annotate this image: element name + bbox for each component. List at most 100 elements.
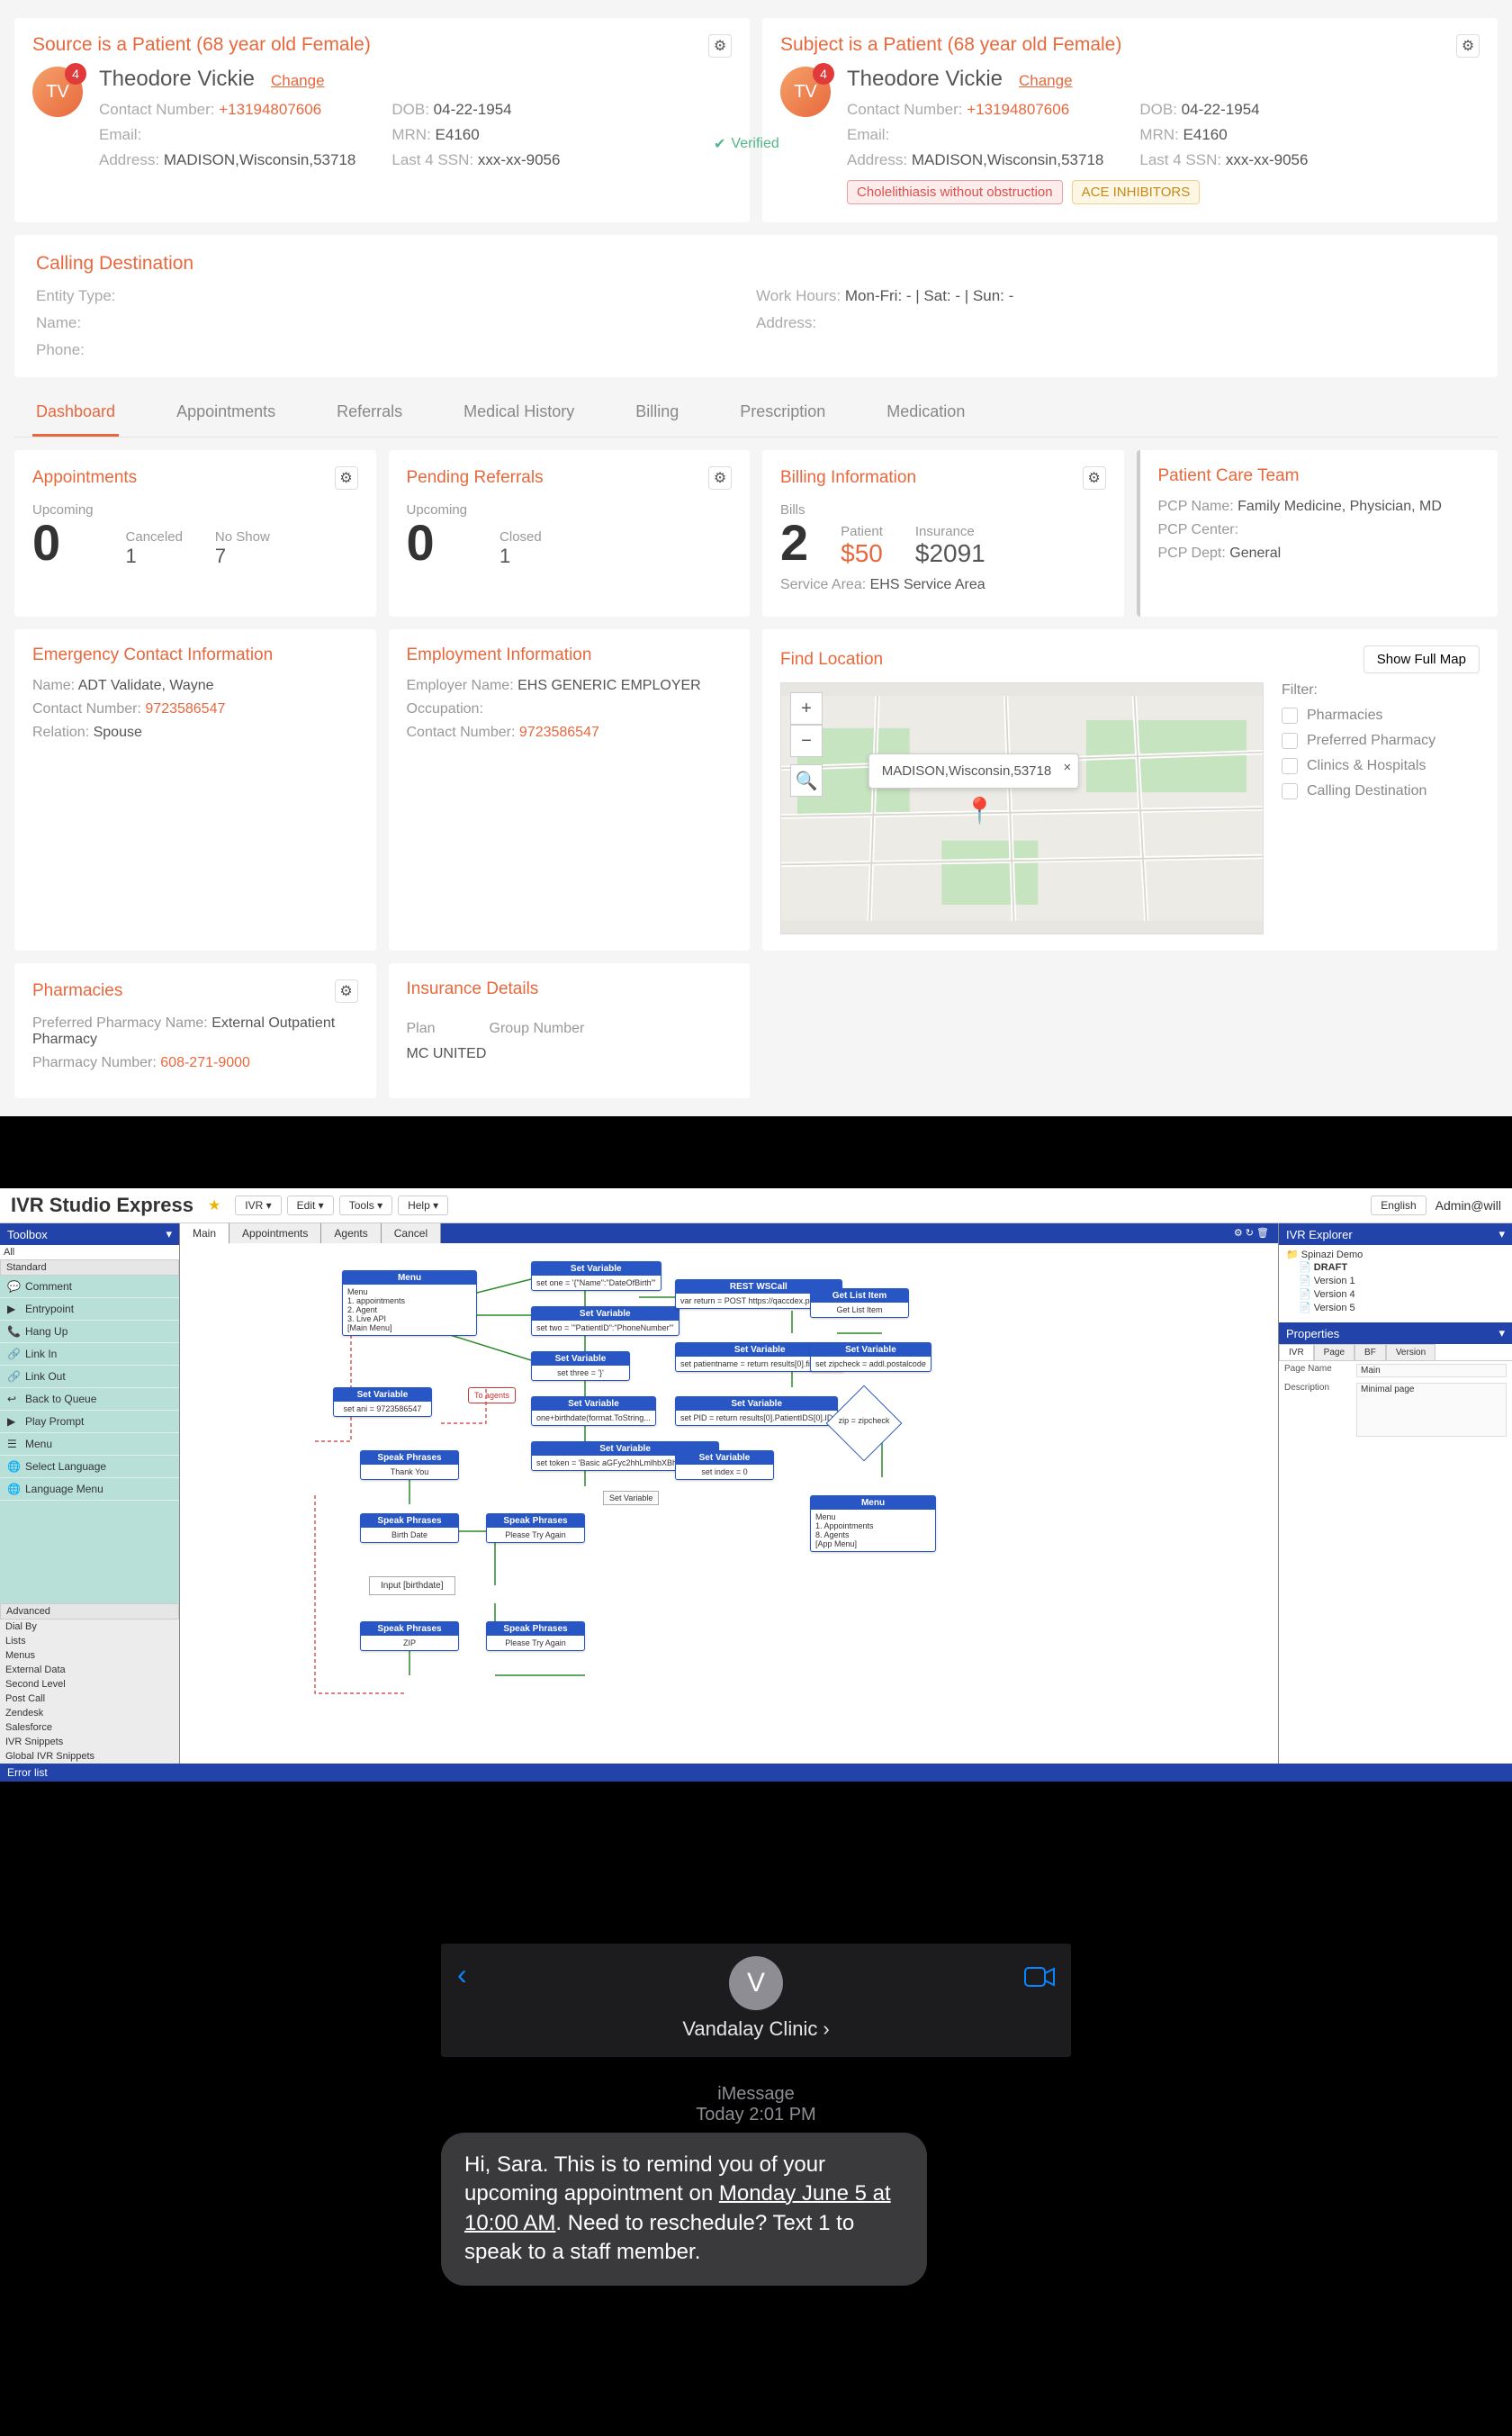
tab-appointments[interactable]: Appointments xyxy=(173,390,279,437)
speak-phrases-node[interactable]: Speak PhrasesPlease Try Again xyxy=(486,1513,585,1543)
set-variable-node[interactable]: Set Variableset one = '{"Name":"DateOfBi… xyxy=(531,1261,662,1291)
link-out-node[interactable]: To agents xyxy=(468,1387,516,1403)
back-button[interactable]: ‹ xyxy=(457,1958,467,1991)
collapse-icon[interactable]: ▾ xyxy=(166,1227,172,1241)
contact-value[interactable]: +13194807606 xyxy=(967,101,1069,118)
menu-ivr[interactable]: IVR ▾ xyxy=(235,1195,281,1215)
avatar[interactable]: TV 4 xyxy=(780,67,831,117)
tree-item[interactable]: 📄 Version 4 xyxy=(1286,1287,1505,1301)
medication-tag[interactable]: ACE INHIBITORS xyxy=(1072,180,1201,204)
menu-node[interactable]: MenuMenu 1. appointments 2. Agent 3. Liv… xyxy=(342,1270,477,1336)
gear-icon[interactable]: ⚙ xyxy=(335,979,358,1003)
canvas-tab-cancel[interactable]: Cancel xyxy=(382,1223,441,1243)
tool-comment[interactable]: 💬Comment xyxy=(0,1276,179,1298)
canvas-tab-main[interactable]: Main xyxy=(180,1223,230,1243)
set-variable-button[interactable]: Set Variable xyxy=(603,1491,659,1505)
tab-medication[interactable]: Medication xyxy=(883,390,968,437)
set-variable-node[interactable]: Set Variableone+birthdate(format.ToStrin… xyxy=(531,1396,656,1426)
change-link[interactable]: Change xyxy=(271,72,325,90)
tree-item[interactable]: 📄 Version 5 xyxy=(1286,1301,1505,1314)
set-variable-node[interactable]: Set Variableset index = 0 xyxy=(675,1450,774,1480)
tab-referrals[interactable]: Referrals xyxy=(333,390,406,437)
diagnosis-tag[interactable]: Cholelithiasis without obstruction xyxy=(847,180,1063,204)
checkbox[interactable] xyxy=(1282,783,1298,799)
contact-name[interactable]: Vandalay Clinic › xyxy=(682,2017,829,2041)
adv-item[interactable]: Menus xyxy=(0,1648,179,1663)
speak-phrases-node[interactable]: Speak PhrasesZIP xyxy=(360,1621,459,1651)
tool-menu[interactable]: ☰Menu xyxy=(0,1433,179,1456)
tool-langmenu[interactable]: 🌐Language Menu xyxy=(0,1478,179,1501)
speak-phrases-node[interactable]: Speak PhrasesBirth Date xyxy=(360,1513,459,1543)
gear-icon[interactable]: ⚙ xyxy=(708,34,732,58)
set-variable-node[interactable]: Set Variableset two = '"PatientID":"Phon… xyxy=(531,1306,680,1336)
adv-item[interactable]: External Data xyxy=(0,1663,179,1677)
zoom-in-button[interactable]: + xyxy=(790,692,823,725)
error-list-panel[interactable]: Error list xyxy=(0,1764,1512,1782)
tool-linkin[interactable]: 🔗Link In xyxy=(0,1343,179,1366)
menu-tools[interactable]: Tools ▾ xyxy=(339,1195,392,1215)
adv-item[interactable]: Second Level xyxy=(0,1677,179,1692)
search-icon[interactable]: 🔍 xyxy=(790,764,823,797)
canvas-tab-appointments[interactable]: Appointments xyxy=(230,1223,321,1243)
tree-item[interactable]: 📄 DRAFT xyxy=(1286,1260,1505,1274)
toolbox-group-standard[interactable]: Standard xyxy=(0,1259,179,1276)
adv-item[interactable]: Global IVR Snippets xyxy=(0,1749,179,1764)
checkbox[interactable] xyxy=(1282,758,1298,774)
speak-phrases-node[interactable]: Speak PhrasesPlease Try Again xyxy=(486,1621,585,1651)
show-full-map-button[interactable]: Show Full Map xyxy=(1364,645,1480,673)
canvas-tab-tools[interactable]: ⚙ ↻ 🗑 xyxy=(1225,1223,1278,1243)
avatar[interactable]: TV 4 xyxy=(32,67,83,117)
checkbox[interactable] xyxy=(1282,733,1298,749)
page-name-input[interactable]: Main xyxy=(1356,1364,1507,1377)
tool-entrypoint[interactable]: ▶Entrypoint xyxy=(0,1298,179,1321)
tool-backqueue[interactable]: ↩Back to Queue xyxy=(0,1388,179,1411)
menu-help[interactable]: Help ▾ xyxy=(398,1195,448,1215)
adv-item[interactable]: Salesforce xyxy=(0,1720,179,1735)
prop-tab-page[interactable]: Page xyxy=(1314,1344,1354,1360)
tab-billing[interactable]: Billing xyxy=(632,390,682,437)
collapse-icon[interactable]: ▾ xyxy=(1498,1326,1505,1340)
tool-selectlang[interactable]: 🌐Select Language xyxy=(0,1456,179,1478)
adv-item[interactable]: Dial By xyxy=(0,1619,179,1634)
flow-canvas[interactable]: MenuMenu 1. appointments 2. Agent 3. Liv… xyxy=(180,1243,1278,1764)
tool-linkout[interactable]: 🔗Link Out xyxy=(0,1366,179,1388)
description-input[interactable]: Minimal page xyxy=(1356,1383,1507,1437)
tab-prescription[interactable]: Prescription xyxy=(736,390,829,437)
gear-icon[interactable]: ⚙ xyxy=(1456,34,1480,58)
tree-root[interactable]: 📁 Spinazi Demo xyxy=(1286,1249,1505,1260)
adv-item[interactable]: Lists xyxy=(0,1634,179,1648)
star-icon[interactable]: ★ xyxy=(208,1196,220,1214)
change-link[interactable]: Change xyxy=(1019,72,1073,90)
tool-playprompt[interactable]: ▶Play Prompt xyxy=(0,1411,179,1433)
contact-avatar[interactable]: V xyxy=(729,1956,783,2010)
checkbox[interactable] xyxy=(1282,708,1298,724)
adv-item[interactable]: IVR Snippets xyxy=(0,1735,179,1749)
get-list-item-node[interactable]: Get List ItemGet List Item xyxy=(810,1288,909,1318)
contact-value[interactable]: +13194807606 xyxy=(219,101,321,118)
toolbox-tab-all[interactable]: All xyxy=(0,1245,179,1259)
collapse-icon[interactable]: ▾ xyxy=(1498,1227,1505,1241)
zoom-out-button[interactable]: − xyxy=(790,725,823,757)
menu-node[interactable]: MenuMenu 1. Appointments 8. Agents [App … xyxy=(810,1495,936,1552)
video-call-icon[interactable] xyxy=(1024,1963,1055,1994)
gear-icon[interactable]: ⚙ xyxy=(708,466,732,490)
set-variable-node[interactable]: Set Variableset three = '}' xyxy=(531,1351,630,1381)
menu-edit[interactable]: Edit ▾ xyxy=(287,1195,334,1215)
input-node[interactable]: Input [birthdate] xyxy=(369,1576,455,1595)
set-variable-node[interactable]: Set Variableset ani = 9723586547 xyxy=(333,1387,432,1417)
tab-medical-history[interactable]: Medical History xyxy=(460,390,578,437)
set-variable-node[interactable]: Set Variableset PID = return results[0].… xyxy=(675,1396,838,1426)
prop-tab-bf[interactable]: BF xyxy=(1354,1344,1386,1360)
close-icon[interactable]: × xyxy=(1063,760,1071,775)
prop-tab-version[interactable]: Version xyxy=(1386,1344,1436,1360)
language-select[interactable]: English xyxy=(1371,1195,1426,1215)
tree-item[interactable]: 📄 Version 1 xyxy=(1286,1274,1505,1287)
adv-item[interactable]: Post Call xyxy=(0,1692,179,1706)
map[interactable]: + − 🔍 MADISON,Wisconsin,53718× 📍 xyxy=(780,682,1264,934)
speak-phrases-node[interactable]: Speak PhrasesThank You xyxy=(360,1450,459,1480)
tab-dashboard[interactable]: Dashboard xyxy=(32,390,119,437)
tool-hangup[interactable]: 📞Hang Up xyxy=(0,1321,179,1343)
gear-icon[interactable]: ⚙ xyxy=(335,466,358,490)
adv-item[interactable]: Zendesk xyxy=(0,1706,179,1720)
set-variable-node[interactable]: Set Variableset zipcheck = addl.postalco… xyxy=(810,1342,932,1372)
